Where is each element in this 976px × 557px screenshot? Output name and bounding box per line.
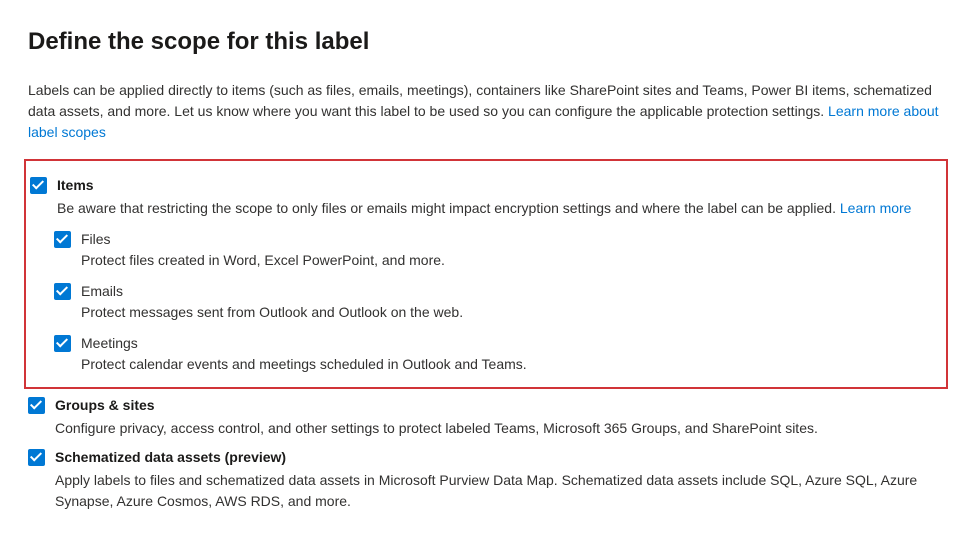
groups-checkbox[interactable] (28, 397, 45, 414)
intro-text: Labels can be applied directly to items … (28, 82, 932, 119)
emails-row: Emails Protect messages sent from Outloo… (54, 281, 938, 323)
meetings-checkbox[interactable] (54, 335, 71, 352)
schematized-label[interactable]: Schematized data assets (preview) (55, 447, 948, 468)
schematized-checkbox[interactable] (28, 449, 45, 466)
items-checkbox[interactable] (30, 177, 47, 194)
files-checkbox[interactable] (54, 231, 71, 248)
files-label[interactable]: Files (81, 229, 938, 250)
groups-desc: Configure privacy, access control, and o… (55, 418, 948, 439)
items-label[interactable]: Items (57, 175, 938, 196)
schematized-row: Schematized data assets (preview) Apply … (28, 447, 948, 512)
files-row: Files Protect files created in Word, Exc… (54, 229, 938, 271)
page-title: Define the scope for this label (28, 24, 948, 60)
items-highlight-box: Items Be aware that restricting the scop… (24, 159, 948, 389)
emails-checkbox[interactable] (54, 283, 71, 300)
emails-label[interactable]: Emails (81, 281, 938, 302)
items-desc: Be aware that restricting the scope to o… (57, 198, 938, 219)
schematized-desc: Apply labels to files and schematized da… (55, 470, 948, 512)
items-row: Items Be aware that restricting the scop… (30, 175, 938, 219)
meetings-desc: Protect calendar events and meetings sch… (81, 354, 938, 375)
items-learn-more-link[interactable]: Learn more (840, 200, 912, 216)
meetings-row: Meetings Protect calendar events and mee… (54, 333, 938, 375)
emails-desc: Protect messages sent from Outlook and O… (81, 302, 938, 323)
items-subgroup: Files Protect files created in Word, Exc… (30, 229, 938, 375)
groups-row: Groups & sites Configure privacy, access… (28, 395, 948, 439)
files-desc: Protect files created in Word, Excel Pow… (81, 250, 938, 271)
meetings-label[interactable]: Meetings (81, 333, 938, 354)
items-content: Items Be aware that restricting the scop… (57, 175, 938, 219)
intro-paragraph: Labels can be applied directly to items … (28, 80, 948, 143)
groups-label[interactable]: Groups & sites (55, 395, 948, 416)
